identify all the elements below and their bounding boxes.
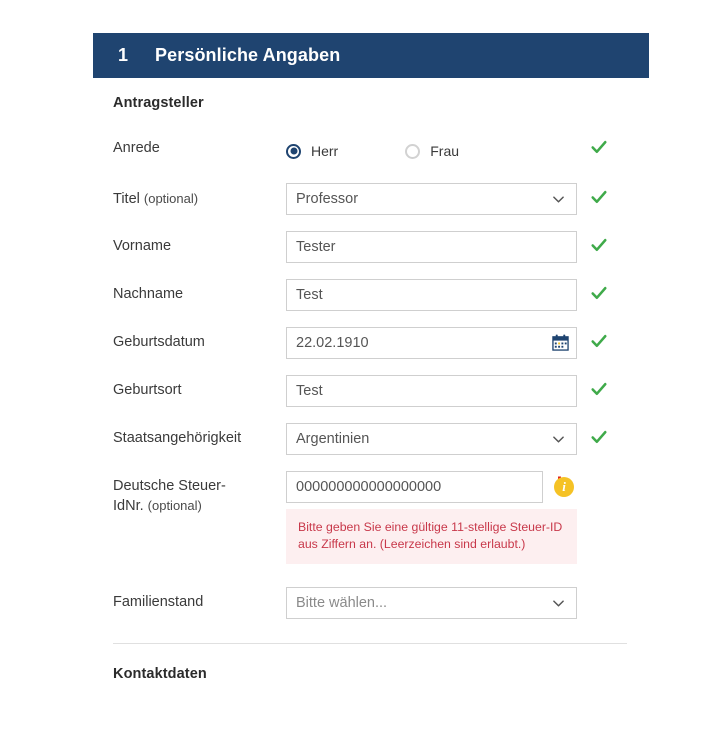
control-geburtsort xyxy=(286,375,577,407)
label-steuer-id-line2: IdNr. xyxy=(113,498,144,514)
check-icon xyxy=(591,334,607,348)
label-geburtsdatum: Geburtsdatum xyxy=(113,334,205,350)
field-row-titel: Titel (optional) xyxy=(113,183,633,215)
label-familienstand: Familienstand xyxy=(113,594,204,610)
check-icon xyxy=(591,190,607,204)
status-staatsangehoerigkeit xyxy=(577,423,637,446)
select-titel[interactable] xyxy=(286,183,577,215)
status-anrede xyxy=(577,133,637,156)
label-titel-optional: (optional) xyxy=(143,191,199,206)
control-titel xyxy=(286,183,577,215)
status-geburtsdatum xyxy=(577,327,637,350)
field-row-geburtsort: Geburtsort xyxy=(113,375,633,407)
status-nachname xyxy=(577,279,637,302)
input-steuer-id[interactable] xyxy=(286,471,543,503)
calendar-icon[interactable] xyxy=(552,334,569,351)
date-wrap-geburtsdatum xyxy=(286,327,577,359)
label-staatsangehoerigkeit: Staatsangehörigkeit xyxy=(113,430,242,446)
check-icon xyxy=(591,238,607,252)
label-titel: Titel (optional) xyxy=(113,183,286,209)
error-message-steuer-id: Bitte geben Sie eine gültige 11-stellige… xyxy=(298,520,563,551)
control-steuer-id: i Bitte geben Sie eine gültige 11-stelli… xyxy=(286,471,577,564)
control-anrede: Herr Frau xyxy=(286,133,577,167)
select-wrap-familienstand xyxy=(286,587,577,619)
label-titel-text: Titel xyxy=(113,191,140,207)
form-page: 1 Persönliche Angaben Antragsteller Anre… xyxy=(0,0,714,739)
radio-label-herr: Herr xyxy=(311,143,339,159)
field-row-staatsangehoerigkeit: Staatsangehörigkeit xyxy=(113,423,633,455)
field-row-familienstand: Familienstand xyxy=(113,587,633,619)
check-icon xyxy=(591,430,607,444)
group-title-applicant: Antragsteller xyxy=(113,95,204,111)
label-steuer-id-line1: Deutsche Steuer- xyxy=(113,478,226,494)
control-staatsangehoerigkeit xyxy=(286,423,577,455)
status-titel xyxy=(577,183,637,206)
input-nachname[interactable] xyxy=(286,279,577,311)
status-vorname xyxy=(577,231,637,254)
label-steuer-id-optional: (optional) xyxy=(147,498,202,513)
check-icon xyxy=(591,140,607,154)
label-steuer-id: Deutsche Steuer- IdNr. (optional) xyxy=(113,471,286,516)
select-staatsangehoerigkeit[interactable] xyxy=(286,423,577,455)
input-vorname[interactable] xyxy=(286,231,577,263)
check-icon xyxy=(591,382,607,396)
radio-mark-icon xyxy=(405,143,421,159)
status-geburtsort xyxy=(577,375,637,398)
label-geburtsort: Geburtsort xyxy=(113,382,182,398)
control-geburtsdatum xyxy=(286,327,577,359)
radio-mark-icon xyxy=(286,143,301,159)
field-row-steuer-id: Deutsche Steuer- IdNr. (optional) i Bitt… xyxy=(113,471,633,564)
section-number: 1 xyxy=(118,45,129,65)
group-title-contact: Kontaktdaten xyxy=(113,666,207,682)
field-row-vorname: Vorname xyxy=(113,231,633,263)
form-body: Antragsteller Anrede Herr Frau Titel (op… xyxy=(113,95,633,682)
section-header: 1 Persönliche Angaben xyxy=(93,33,649,78)
select-wrap-staatsangehoerigkeit xyxy=(286,423,577,455)
input-geburtsort[interactable] xyxy=(286,375,577,407)
select-wrap-titel xyxy=(286,183,577,215)
label-anrede: Anrede xyxy=(113,140,160,156)
label-nachname: Nachname xyxy=(113,286,184,302)
section-title: Persönliche Angaben xyxy=(155,45,341,65)
control-familienstand xyxy=(286,587,577,619)
section-divider xyxy=(113,643,627,644)
label-vorname: Vorname xyxy=(113,238,172,254)
field-row-geburtsdatum: Geburtsdatum xyxy=(113,327,633,359)
select-familienstand[interactable] xyxy=(286,587,577,619)
radio-option-frau[interactable]: Frau xyxy=(405,143,459,159)
control-vorname xyxy=(286,231,577,263)
radio-group-anrede: Herr Frau xyxy=(286,133,577,167)
radio-label-frau: Frau xyxy=(430,143,460,159)
info-icon[interactable]: i xyxy=(554,477,574,497)
field-row-nachname: Nachname xyxy=(113,279,633,311)
control-nachname xyxy=(286,279,577,311)
input-geburtsdatum[interactable] xyxy=(286,327,577,359)
error-box-steuer-id: Bitte geben Sie eine gültige 11-stellige… xyxy=(286,509,577,564)
status-familienstand xyxy=(577,587,637,592)
radio-option-herr[interactable]: Herr xyxy=(286,143,338,159)
field-row-anrede: Anrede Herr Frau xyxy=(113,133,633,167)
check-icon xyxy=(591,286,607,300)
